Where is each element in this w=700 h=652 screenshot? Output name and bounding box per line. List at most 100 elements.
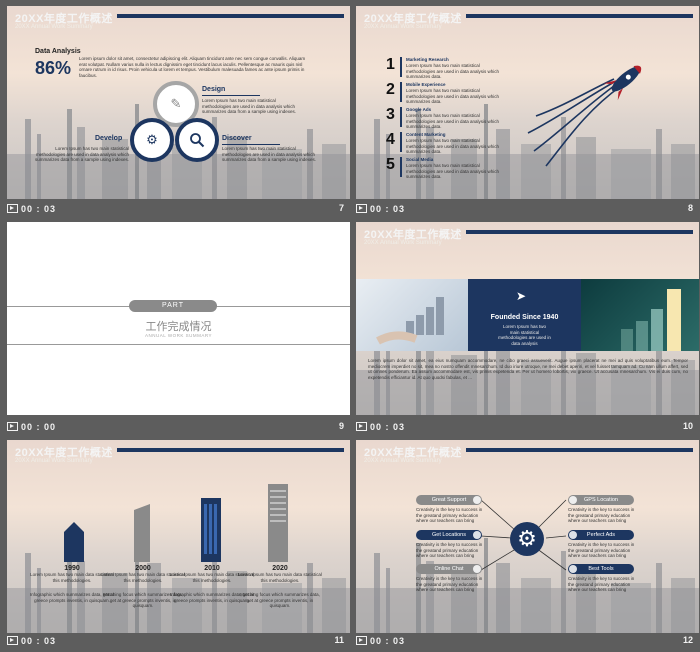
play-icon[interactable] [356,636,367,645]
slide-meta-8: 00 : 03 8 [356,200,699,217]
list-text: Lorem Ipsum has two main statistical met… [406,88,500,104]
feature-pill-gps-location[interactable]: GPS Location [568,495,634,505]
list-item: 5 Social Media Lorem Ipsum has two main … [386,156,506,180]
feature-text: Creativity is the key to success in the … [568,507,635,523]
slide-duration: 00 : 03 [21,636,57,646]
list-text: Lorem Ipsum has two main statistical met… [406,138,500,154]
feature-text: Creativity is the key to success in the … [416,542,483,558]
section-title: 工作完成情况 [145,321,212,333]
slide-number: 7 [338,203,344,213]
building-2010-icon [201,498,221,562]
part-badge: PART [129,300,217,312]
list-item: 3 Google Ads Lorem Ipsum has two main st… [386,106,506,130]
milestone-year: 2020 [272,565,288,572]
feature-pill-perfect-ads[interactable]: Perfect Ads [568,530,634,540]
list-bar [400,82,402,102]
feature-label: Get Locations [432,532,466,538]
milestone-caption: Matching focus which summarizes data, ge… [240,592,320,608]
list-number: 2 [386,81,395,98]
slide-thumbnail-7[interactable]: 20XX年度工作概述 20XX Annual Work Summary Data… [7,6,350,199]
feature-pill-great-support[interactable]: Great Support [416,495,482,505]
ads-icon [569,531,577,539]
list-number: 3 [386,106,395,123]
slide-number: 10 [682,421,693,431]
feature-pill-online-chat[interactable]: Online Chat [416,564,482,574]
play-icon[interactable] [7,422,18,431]
building-1990-icon [64,522,84,562]
slide-duration: 00 : 03 [370,636,406,646]
play-icon[interactable] [356,422,367,431]
slide-thumbnail-8[interactable]: 20XX年度工作概述 20XX Annual Work Summary 1 Ma… [356,6,699,199]
list-bar [400,107,402,127]
slide-duration: 00 : 03 [370,204,406,214]
analysis-percent: 86% [35,58,72,78]
feature-pill-best-tools[interactable]: Best Tools [568,564,634,574]
play-icon[interactable] [7,636,18,645]
pencil-icon: ✎ [170,96,182,111]
banner-text: Lorem Ipsum has two main statistical met… [498,324,551,346]
list-number: 5 [386,156,395,173]
building-2000-icon [134,504,150,562]
magnifier-icon [190,133,205,148]
gps-icon [569,496,577,504]
growth-bars-image [621,289,681,351]
play-icon[interactable] [356,204,367,213]
send-icon: ➤ [516,289,527,303]
slide-thumbnail-10[interactable]: 20XX年度工作概述 20XX Annual Work Summary ➤ Fo… [356,222,699,415]
rocket-illustration [527,65,642,167]
play-icon[interactable] [7,204,18,213]
thumb-icon [473,496,481,504]
slide-meta-10: 00 : 03 10 [356,418,699,435]
list-item: 2 Mobile Experience Lorem Ipsum has two … [386,81,506,105]
list-text: Lorem Ipsum has two main statistical met… [406,113,500,129]
slide-thumbnail-12[interactable]: 20XX年度工作概述 20XX Annual Work Summary ⚙ Gr… [356,440,699,633]
discover-text: Lorem Ipsum has two main statistical met… [222,146,317,162]
location-icon [473,531,481,539]
list-title: Content Marketing [406,132,446,137]
header-bar [117,448,344,452]
list-bar [400,132,402,152]
feature-text: Creativity is the key to success in the … [568,576,635,592]
banner-center: ➤ Founded Since 1940 Lorem Ipsum has two… [468,279,581,351]
slide-number: 12 [682,635,693,645]
design-text: Lorem Ipsum has two main statistical met… [202,98,297,114]
tools-icon [569,565,577,573]
analysis-label: Data Analysis [35,48,81,55]
feature-pill-get-locations[interactable]: Get Locations [416,530,482,540]
central-gear: ⚙ [510,522,544,556]
list-title: Mobile Experience [406,82,446,87]
slide-thumbnail-9[interactable]: PART 工作完成情况 ANNUAL WORK SUMMARY [7,222,350,415]
banner-photo-left [356,279,468,351]
design-rule [202,95,260,96]
slide-duration: 00 : 00 [21,422,57,432]
list-title: Google Ads [406,107,432,112]
feature-label: GPS Location [584,497,618,503]
slide-header-subtitle: 20XX Annual Work Summary [364,240,442,246]
slide-duration: 00 : 03 [21,204,57,214]
slide-duration: 00 : 03 [370,422,406,432]
feature-label: Perfect Ads [586,532,616,538]
chat-icon [473,565,481,573]
milestone: 2020 Lorem Ipsum has two main data stati… [237,565,323,608]
header-bar [466,14,693,18]
feature-text: Creativity is the key to success in the … [416,576,483,592]
header-bar [117,14,344,18]
slide-thumbnail-11[interactable]: 20XX年度工作概述 20XX Annual Work Summary 1990… [7,440,350,633]
slide-meta-12: 00 : 03 12 [356,635,699,652]
slide-header-subtitle: 20XX Annual Work Summary [15,24,93,30]
header-bar [466,230,693,234]
feature-label: Great Support [431,497,467,503]
building-2020-icon [268,484,288,562]
list-number: 1 [386,56,395,73]
slide-number: 8 [687,203,693,213]
list-text: Lorem Ipsum has two main statistical met… [406,163,500,179]
list-item: 4 Content Marketing Lorem Ipsum has two … [386,131,506,155]
slide-number: 11 [334,635,344,645]
slide-meta-11: 00 : 03 11 [7,635,350,652]
analysis-intro: Lorem ipsum dolor sit amet, consectetur … [79,56,306,78]
list-item: 1 Marketing Research Lorem Ipsum has two… [386,56,506,80]
divider-line [7,344,350,345]
develop-text: Lorem Ipsum has two main statistical met… [34,146,129,162]
gear-icon: ⚙ [146,132,158,147]
slide-header-subtitle: 20XX Annual Work Summary [15,458,93,464]
